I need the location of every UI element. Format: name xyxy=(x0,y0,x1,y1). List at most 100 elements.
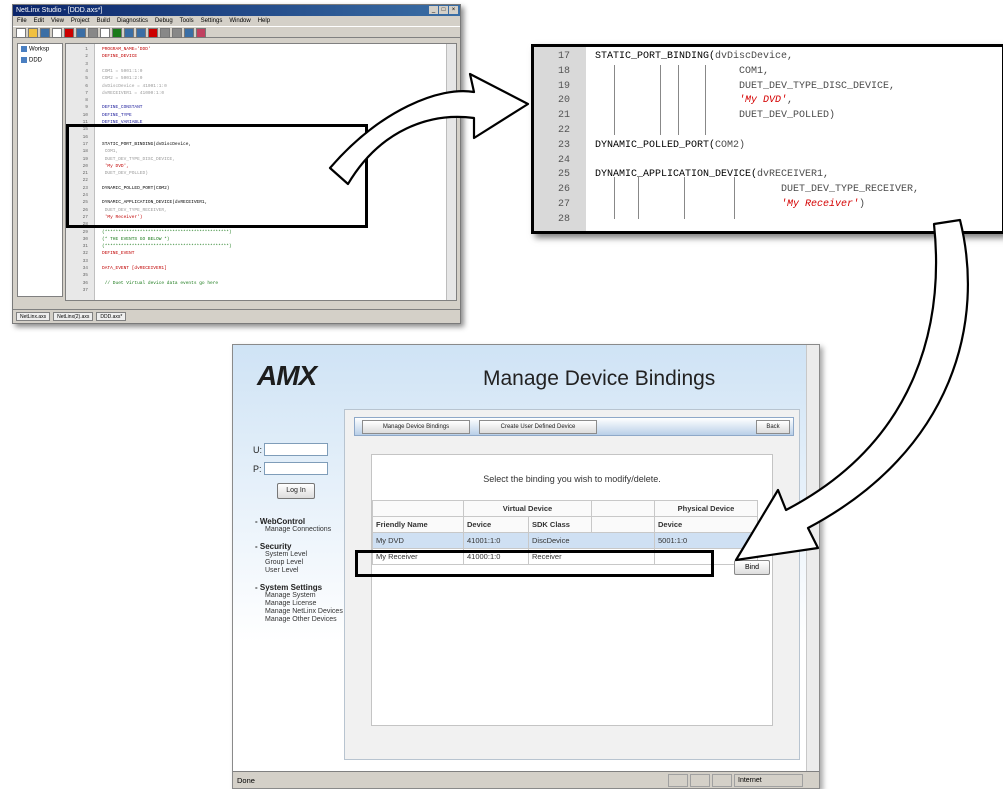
code-line: 33 xyxy=(66,259,102,265)
nav-item[interactable]: Manage System xyxy=(255,592,345,600)
toolbar-button-icon[interactable] xyxy=(16,28,26,38)
line-number: 8 xyxy=(85,98,88,104)
zoom-code-text: DYNAMIC_POLLED_PORT( xyxy=(595,139,716,151)
nav-item[interactable]: Group Level xyxy=(255,559,345,567)
nav-section[interactable]: - System Settings xyxy=(255,583,345,592)
menu-item[interactable]: Project xyxy=(71,16,90,26)
zoom-code-line: 23 DYNAMIC_POLLED_PORT(COM2) xyxy=(534,139,745,153)
workspace-tree[interactable]: Worksp DDD xyxy=(17,43,63,297)
username-input[interactable] xyxy=(264,443,328,456)
nav-section[interactable]: - WebControl xyxy=(255,517,345,526)
toolbar-button-icon[interactable] xyxy=(148,28,158,38)
toolbar-button-icon[interactable] xyxy=(100,28,110,38)
tab-create-user-defined-device[interactable]: Create User Defined Device xyxy=(479,420,597,434)
toolbar-button-icon[interactable] xyxy=(124,28,134,38)
nav-item[interactable]: System Level xyxy=(255,551,345,559)
line-number: 30 xyxy=(82,236,88,242)
zoom-line-number: 25 xyxy=(557,169,570,181)
col-physical-device: Device xyxy=(654,516,758,533)
zoom-code-line: 25 DYNAMIC_APPLICATION_DEVICE(dvRECEIVER1… xyxy=(534,168,829,182)
toolbar-button-icon[interactable] xyxy=(52,28,62,38)
studio-title: NetLinx Studio - [DDD.axs*] xyxy=(16,7,103,14)
toolbar-button-icon[interactable] xyxy=(160,28,170,38)
menu-item[interactable]: Edit xyxy=(34,16,44,26)
zoom-line-number: 26 xyxy=(557,184,570,196)
nav-item[interactable]: User Level xyxy=(255,567,345,575)
toolbar-button-icon[interactable] xyxy=(184,28,194,38)
zoomed-code-panel: 17 STATIC_PORT_BINDING(dvDiscDevice, 18 CO… xyxy=(531,44,1003,234)
code-text: dvDiscDevice = 41001:1:0 xyxy=(102,83,167,89)
zoom-code-text: DUET_DEV_TYPE_RECEIVER, xyxy=(595,184,920,196)
code-line: 37 xyxy=(66,288,102,294)
menu-item[interactable]: Debug xyxy=(155,16,173,26)
cell-friendly-name: My DVD xyxy=(372,532,464,549)
menu-item[interactable]: File xyxy=(17,16,27,26)
nav-item[interactable]: Manage License xyxy=(255,600,345,608)
status-cell xyxy=(712,773,732,787)
toolbar-button-icon[interactable] xyxy=(28,28,38,38)
line-number: 3 xyxy=(85,61,88,67)
zoom-line-number: 24 xyxy=(557,154,570,166)
toolbar-button-icon[interactable] xyxy=(196,28,206,38)
code-line: 34 DATA_EVENT [dvRECEIVER1] xyxy=(66,266,167,272)
back-button[interactable]: Back xyxy=(756,420,790,434)
code-text: COM2 = 5001:2:0 xyxy=(102,76,143,82)
tree-node-workspace[interactable]: Worksp xyxy=(18,44,62,55)
zoom-code-text: DUET_DEV_POLLED) xyxy=(595,110,836,122)
instruction-text: Select the binding you wish to modify/de… xyxy=(483,474,661,484)
line-number: 9 xyxy=(85,105,88,111)
zoom-code-line: 18 COM1, xyxy=(534,65,769,79)
code-line: 10 DEFINE_TYPE xyxy=(66,113,132,119)
doc-tab[interactable]: NetLinx(2).axs xyxy=(53,312,94,321)
status-text: Done xyxy=(237,775,255,785)
bind-button[interactable]: Bind xyxy=(734,560,770,575)
code-text: PROGRAM_NAME='DDD' xyxy=(102,47,151,52)
status-cell xyxy=(690,773,710,787)
tab-manage-device-bindings[interactable]: Manage Device Bindings xyxy=(362,420,470,434)
line-number: 37 xyxy=(82,287,88,293)
doc-tab[interactable]: NetLinx.axs xyxy=(16,312,51,321)
table-row[interactable]: My DVD 41001:1:0 DiscDevice 5001:1:0 xyxy=(372,532,758,549)
col-sdk-class: SDK Class xyxy=(528,516,592,533)
maximize-icon[interactable]: □ xyxy=(439,6,448,14)
code-text: DEFINE_EVENT xyxy=(102,251,135,257)
toolbar-button-icon[interactable] xyxy=(136,28,146,38)
menu-item[interactable]: Diagnostics xyxy=(117,16,148,26)
menu-item[interactable]: Window xyxy=(229,16,250,26)
tree-node-ddd[interactable]: DDD xyxy=(18,55,62,66)
zoom-line-number: 20 xyxy=(557,95,570,107)
menu-item[interactable]: Build xyxy=(97,16,110,26)
close-icon[interactable]: × xyxy=(449,6,458,14)
menu-item[interactable]: View xyxy=(51,16,64,26)
menu-item[interactable]: Tools xyxy=(180,16,194,26)
zoom-code-line: 22 xyxy=(534,124,570,138)
line-number: 29 xyxy=(82,229,88,235)
zoom-code-text: DYNAMIC_APPLICATION_DEVICE( xyxy=(595,169,758,181)
code-text: dvRECEIVER1 = 41000:1:0 xyxy=(102,90,165,96)
nav-item[interactable]: Manage NetLinx Devices xyxy=(255,608,345,616)
editor-scrollbar[interactable] xyxy=(446,44,456,300)
toolbar-button-icon[interactable] xyxy=(88,28,98,38)
code-text: DEFINE_CONSTANT xyxy=(102,105,143,111)
toolbar-button-icon[interactable] xyxy=(64,28,74,38)
zoom-code-text: ) xyxy=(859,199,866,210)
line-number: 32 xyxy=(82,251,88,257)
group-physical-device: Physical Device xyxy=(654,500,758,517)
password-input[interactable] xyxy=(263,462,328,475)
nav-section[interactable]: - Security xyxy=(255,542,345,551)
menu-item[interactable]: Settings xyxy=(201,16,223,26)
minimize-icon[interactable]: _ xyxy=(429,6,438,14)
nav-item[interactable]: Manage Connections xyxy=(255,526,345,534)
browser-scrollbar[interactable] xyxy=(806,345,819,771)
toolbar-button-icon[interactable] xyxy=(76,28,86,38)
nav-item[interactable]: Manage Other Devices xyxy=(255,616,345,624)
toolbar-button-icon[interactable] xyxy=(112,28,122,38)
toolbar-button-icon[interactable] xyxy=(172,28,182,38)
code-text: (* THE EVENTS GO BELOW *) xyxy=(102,236,170,242)
zoom-code-text: dvDiscDevice, xyxy=(715,51,794,62)
toolbar-button-icon[interactable] xyxy=(40,28,50,38)
menu-item[interactable]: Help xyxy=(258,16,270,26)
login-button[interactable]: Log In xyxy=(277,483,315,499)
doc-tab[interactable]: DDD.axs* xyxy=(96,312,127,321)
line-number: 2 xyxy=(85,54,88,60)
